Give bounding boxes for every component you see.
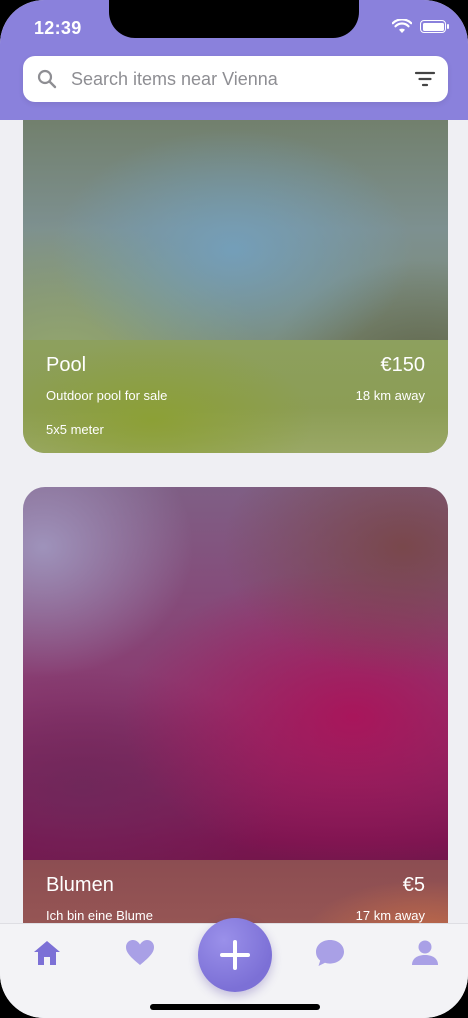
listing-card-blumen[interactable]: Blumen €5 Ich bin eine Blume 17 km away — [23, 487, 448, 957]
listing-title: Blumen — [46, 874, 114, 896]
home-indicator[interactable] — [150, 1004, 320, 1010]
listing-detail: 5x5 meter — [46, 422, 104, 437]
wifi-icon — [392, 19, 412, 33]
heart-icon[interactable] — [125, 938, 155, 968]
search-input[interactable]: Search items near Vienna — [71, 69, 278, 90]
phone-screen: Pool €150 Outdoor pool for sale 18 km aw… — [0, 0, 468, 1018]
listing-description: Ich bin eine Blume — [46, 908, 153, 923]
status-icons — [392, 19, 449, 34]
home-icon[interactable] — [32, 938, 62, 968]
add-button[interactable] — [198, 918, 272, 992]
status-time: 12:39 — [34, 18, 82, 38]
listing-title: Pool — [46, 354, 87, 376]
profile-icon[interactable] — [410, 938, 440, 968]
header: 12:39 Search items near Vienna — [0, 0, 468, 120]
listing-price: €5 — [402, 874, 425, 896]
battery-icon — [420, 20, 449, 33]
search-bar[interactable]: Search items near Vienna — [23, 56, 448, 102]
listing-price: €150 — [380, 354, 426, 376]
listing-info: Pool €150 Outdoor pool for sale 18 km aw… — [23, 340, 448, 453]
listing-description: Outdoor pool for sale — [46, 388, 168, 403]
listing-distance: 18 km away — [355, 388, 425, 403]
filter-icon[interactable] — [414, 70, 436, 88]
notch — [109, 0, 359, 38]
chat-icon[interactable] — [315, 938, 345, 968]
listing-card-pool[interactable]: Pool €150 Outdoor pool for sale 18 km aw… — [23, 80, 448, 453]
search-icon — [37, 69, 57, 89]
listing-distance: 17 km away — [355, 908, 425, 923]
